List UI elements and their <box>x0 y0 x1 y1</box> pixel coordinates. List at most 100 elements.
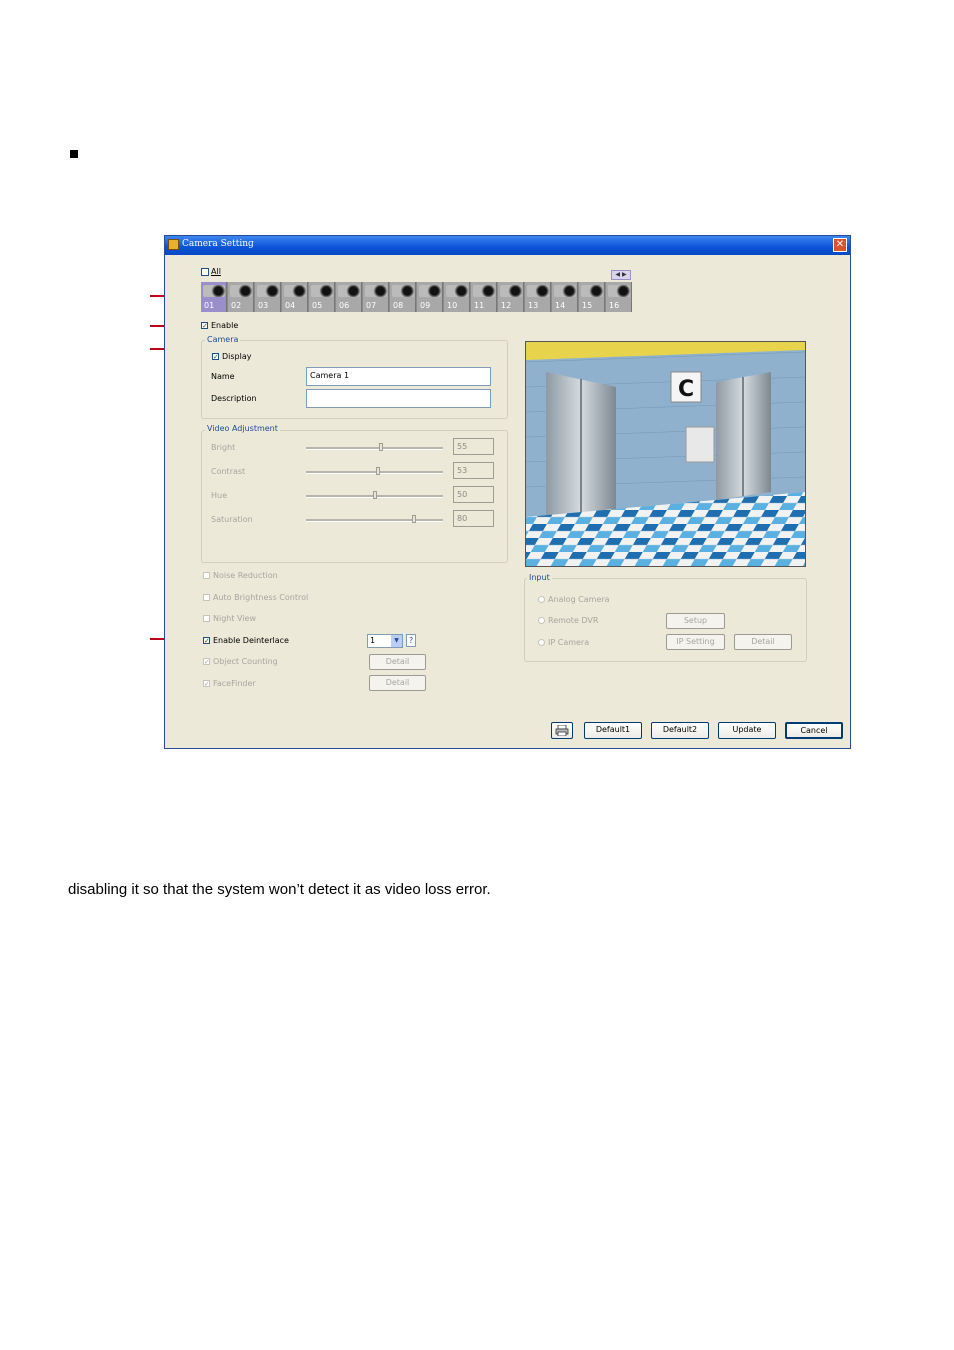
facefinder-detail-button[interactable]: Detail <box>369 675 426 691</box>
facefinder-label: FaceFinder <box>213 679 256 688</box>
camera-tile[interactable]: 04 <box>282 282 308 312</box>
camera-number: 14 <box>555 301 566 310</box>
ip-camera-radio[interactable] <box>538 639 545 646</box>
video-adjust-slider[interactable] <box>306 471 443 474</box>
analog-camera-radio[interactable] <box>538 596 545 603</box>
camera-number: 05 <box>312 301 323 310</box>
camera-icon <box>311 285 333 297</box>
camera-tile[interactable]: 07 <box>363 282 389 312</box>
video-adjust-slider[interactable] <box>306 519 443 522</box>
camera-tile[interactable]: 12 <box>498 282 524 312</box>
camera-scroll-arrows[interactable]: ◀ ▶ <box>611 270 631 280</box>
input-group-title: Input <box>527 573 552 582</box>
camera-number: 08 <box>393 301 404 310</box>
video-adjust-value[interactable]: 55 <box>453 438 494 455</box>
camera-tile[interactable]: 13 <box>525 282 551 312</box>
object-counting-checkbox[interactable]: ✓ <box>203 658 210 666</box>
display-checkbox[interactable]: ✓ <box>212 353 219 361</box>
camera-tile[interactable]: 15 <box>579 282 605 312</box>
ip-setting-button[interactable]: IP Setting <box>666 634 725 650</box>
remote-dvr-radio[interactable] <box>538 617 545 624</box>
camera-icon <box>473 285 495 297</box>
slider-thumb[interactable] <box>373 491 377 499</box>
help-button[interactable]: ? <box>406 634 416 647</box>
camera-setting-window: Camera Setting ✕ All ◀ ▶ 01 02 03 04 05 06 07 0… <box>164 235 851 749</box>
update-button[interactable]: Update <box>718 722 776 739</box>
remote-dvr-label: Remote DVR <box>548 616 599 625</box>
camera-tile[interactable]: 03 <box>255 282 281 312</box>
camera-tile[interactable]: 08 <box>390 282 416 312</box>
noise-reduction-checkbox[interactable] <box>203 572 210 579</box>
input-detail-button[interactable]: Detail <box>734 634 792 650</box>
enable-checkbox[interactable]: ✓ <box>201 322 208 330</box>
camera-number: 04 <box>285 301 296 310</box>
enable-deinterlace-checkbox[interactable]: ✓ <box>203 637 210 645</box>
camera-icon <box>284 285 306 297</box>
default1-button[interactable]: Default1 <box>584 722 642 739</box>
camera-tile[interactable]: 01 <box>201 282 227 312</box>
camera-group-title: Camera <box>205 335 241 344</box>
description-input[interactable] <box>306 389 491 408</box>
auto-brightness-checkbox[interactable] <box>203 594 210 601</box>
deinterlace-select[interactable]: 1 ▼ <box>367 634 403 648</box>
video-adjust-value[interactable]: 80 <box>453 510 494 527</box>
camera-icon <box>203 285 225 297</box>
camera-tile[interactable]: 06 <box>336 282 362 312</box>
close-button[interactable]: ✕ <box>833 238 847 252</box>
camera-tile[interactable]: 09 <box>417 282 443 312</box>
camera-icon <box>608 285 630 297</box>
video-adjust-value[interactable]: 53 <box>453 462 494 479</box>
slider-thumb[interactable] <box>376 467 380 475</box>
video-adjust-label: Hue <box>211 491 228 500</box>
slider-thumb[interactable] <box>412 515 416 523</box>
camera-icon <box>392 285 414 297</box>
object-counting-label: Object Counting <box>213 657 278 666</box>
cancel-button[interactable]: Cancel <box>785 722 843 739</box>
object-counting-detail-button[interactable]: Detail <box>369 654 426 670</box>
camera-number: 01 <box>204 301 215 310</box>
setup-button[interactable]: Setup <box>666 613 725 629</box>
camera-preview: C <box>525 341 806 567</box>
camera-tile[interactable]: 14 <box>552 282 578 312</box>
default2-button[interactable]: Default2 <box>651 722 709 739</box>
camera-number: 06 <box>339 301 350 310</box>
camera-icon <box>554 285 576 297</box>
camera-icon <box>338 285 360 297</box>
preview-image: C <box>526 342 805 566</box>
ip-camera-label: IP Camera <box>548 638 590 647</box>
enable-label: Enable <box>211 321 239 330</box>
camera-tile[interactable]: 10 <box>444 282 470 312</box>
camera-number: 03 <box>258 301 269 310</box>
chevron-down-icon[interactable]: ▼ <box>391 635 402 647</box>
auto-brightness-label: Auto Brightness Control <box>213 593 309 602</box>
night-view-label: Night View <box>213 614 257 623</box>
enable-deinterlace-label: Enable Deinterlace <box>213 636 289 645</box>
slider-thumb[interactable] <box>379 443 383 451</box>
camera-tile[interactable]: 02 <box>228 282 254 312</box>
app-icon <box>168 239 179 250</box>
print-button[interactable] <box>551 722 573 739</box>
window-title: Camera Setting <box>182 239 254 249</box>
video-adjustment-title: Video Adjustment <box>205 424 280 433</box>
camera-icon <box>230 285 252 297</box>
camera-tile[interactable]: 11 <box>471 282 497 312</box>
all-checkbox[interactable] <box>201 268 209 276</box>
camera-number: 11 <box>474 301 485 310</box>
camera-number: 09 <box>420 301 431 310</box>
camera-number: 02 <box>231 301 242 310</box>
printer-icon <box>555 724 569 737</box>
name-input[interactable]: Camera 1 <box>306 367 491 386</box>
camera-tile[interactable]: 16 <box>606 282 632 312</box>
video-adjust-slider[interactable] <box>306 447 443 450</box>
video-adjust-value[interactable]: 50 <box>453 486 494 503</box>
camera-number: 10 <box>447 301 458 310</box>
facefinder-checkbox[interactable]: ✓ <box>203 680 210 688</box>
night-view-checkbox[interactable] <box>203 615 210 622</box>
camera-number: 07 <box>366 301 377 310</box>
camera-tile[interactable]: 05 <box>309 282 335 312</box>
body-text: disabling it so that the system won’t de… <box>68 881 491 898</box>
all-label: All <box>211 267 221 276</box>
camera-icon <box>446 285 468 297</box>
name-label: Name <box>211 372 235 381</box>
camera-icon <box>257 285 279 297</box>
